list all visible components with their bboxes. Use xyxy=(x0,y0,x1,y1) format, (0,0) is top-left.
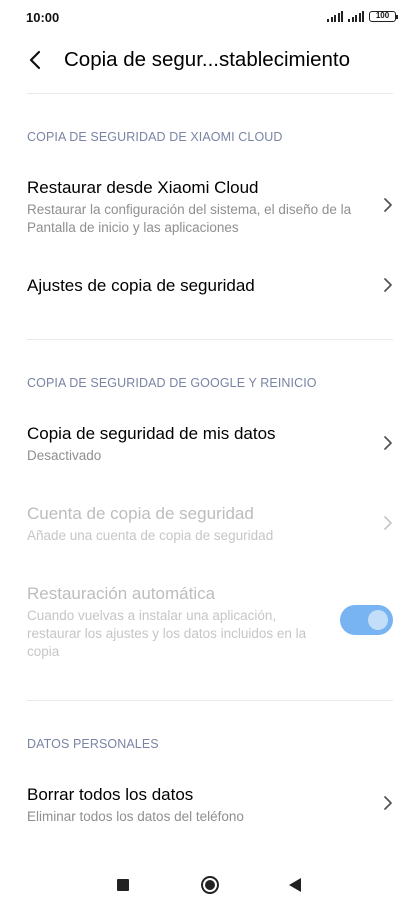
item-title: Borrar todos los datos xyxy=(27,785,194,804)
navigation-bar xyxy=(0,860,420,910)
settings-item-backup-settings[interactable]: Ajustes de copia de seguridad xyxy=(0,256,420,316)
settings-item-backup-my-data[interactable]: Copia de seguridad de mis datos Desactiv… xyxy=(0,414,420,474)
back-triangle-icon[interactable] xyxy=(289,878,301,892)
home-circle-icon[interactable] xyxy=(201,876,219,894)
signal-icon xyxy=(348,11,364,22)
status-time: 10:00 xyxy=(26,10,60,25)
section-title-xiaomi-cloud: COPIA DE SEGURIDAD DE XIAOMI CLOUD xyxy=(27,130,283,144)
item-subtitle: Añade una cuenta de copia de seguridad xyxy=(27,528,274,543)
section-title-personal-data: DATOS PERSONALES xyxy=(27,737,159,751)
item-subtitle: Cuando vuelvas a instalar una aplicación… xyxy=(27,608,307,659)
divider xyxy=(27,700,393,701)
item-title: Cuenta de copia de seguridad xyxy=(27,504,254,523)
settings-item-auto-restore: Restauración automática Cuando vuelvas a… xyxy=(0,574,420,664)
item-subtitle: Eliminar todos los datos del teléfono xyxy=(27,809,244,824)
chevron-right-icon xyxy=(384,516,392,530)
settings-item-erase-all-data[interactable]: Borrar todos los datos Eliminar todos lo… xyxy=(0,775,420,835)
item-title: Restauración automática xyxy=(27,584,216,603)
divider xyxy=(27,339,393,340)
item-title: Copia de seguridad de mis datos xyxy=(27,424,276,443)
app-header: Copia de segur...stablecimiento xyxy=(0,36,420,84)
status-icons: 100 xyxy=(327,11,398,22)
chevron-right-icon xyxy=(384,436,392,450)
settings-item-restore-xiaomi-cloud[interactable]: Restaurar desde Xiaomi Cloud Restaurar l… xyxy=(0,168,420,246)
battery-icon: 100 xyxy=(369,11,398,22)
item-title: Ajustes de copia de seguridad xyxy=(27,276,255,295)
auto-restore-toggle[interactable] xyxy=(340,605,393,635)
toggle-knob xyxy=(368,610,388,630)
back-arrow-icon[interactable] xyxy=(26,49,46,71)
section-title-google-reset: COPIA DE SEGURIDAD DE GOOGLE Y REINICIO xyxy=(27,376,317,390)
page-title: Copia de segur...stablecimiento xyxy=(64,48,351,71)
item-subtitle: Desactivado xyxy=(27,448,102,463)
status-bar: 10:00 100 xyxy=(0,0,420,36)
chevron-right-icon xyxy=(384,198,392,212)
recents-square-icon[interactable] xyxy=(117,879,129,891)
signal-icon xyxy=(327,11,343,22)
settings-item-backup-account: Cuenta de copia de seguridad Añade una c… xyxy=(0,494,420,554)
divider xyxy=(27,93,393,94)
item-title: Restaurar desde Xiaomi Cloud xyxy=(27,178,259,197)
chevron-right-icon xyxy=(384,278,392,292)
chevron-right-icon xyxy=(384,796,392,810)
item-subtitle: Restaurar la configuración del sistema, … xyxy=(27,202,352,235)
